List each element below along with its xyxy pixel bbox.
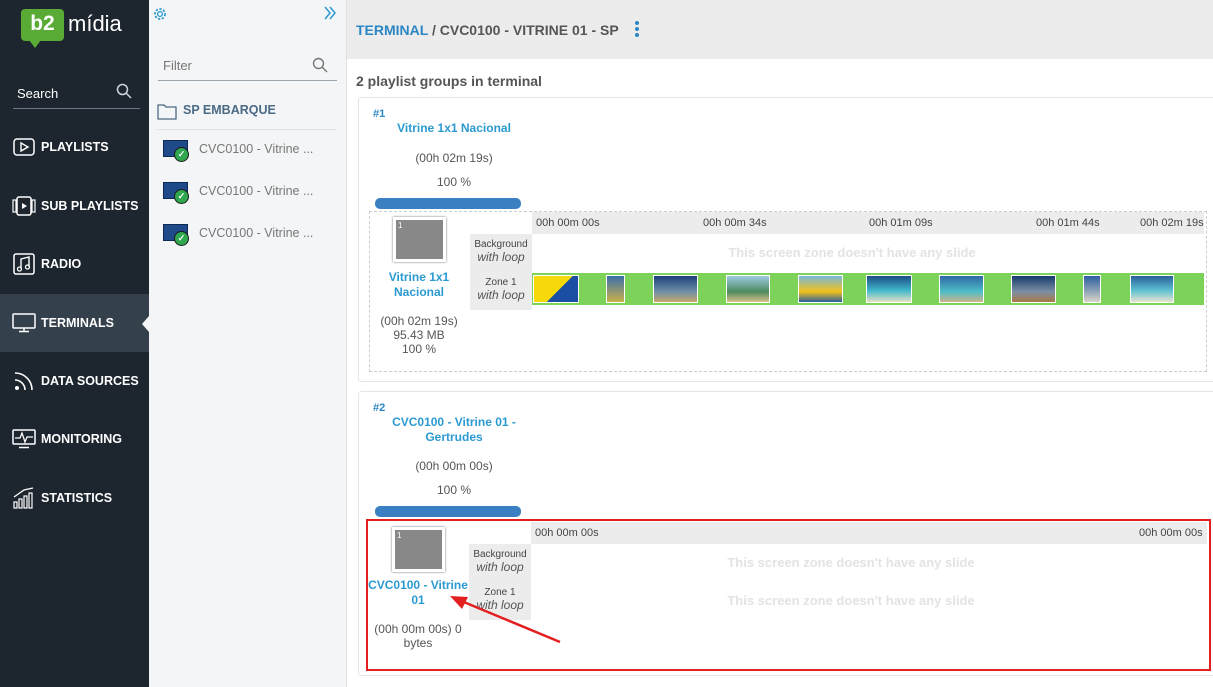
nav-item-terminals[interactable]: TERMINALS	[0, 294, 149, 352]
folder-sp-embarque[interactable]: SP EMBARQUE	[157, 100, 337, 130]
logo-text: mídia	[68, 11, 122, 36]
statistics-icon	[12, 486, 36, 510]
tree-terminal-item[interactable]: ✓ CVC0100 - Vitrine ...	[163, 218, 337, 248]
nav-label: RADIO	[41, 257, 82, 271]
sub-playlist-icon	[12, 194, 36, 218]
terminal-label: CVC0100 - Vitrine ...	[199, 226, 314, 240]
terminal-online-icon: ✓	[163, 140, 189, 162]
nav-label: MONITORING	[41, 432, 123, 446]
main-sidebar: b2 mídia Search PLAYLISTS SUB PLAYLISTS …	[0, 0, 149, 687]
gear-icon[interactable]	[152, 6, 168, 22]
nav-item-playlists[interactable]: PLAYLISTS	[0, 118, 149, 176]
nav-item-sub-playlists[interactable]: SUB PLAYLISTS	[0, 177, 149, 235]
nav-item-statistics[interactable]: STATISTICS	[0, 469, 149, 527]
nav-item-radio[interactable]: RADIO	[0, 235, 149, 293]
filter-input[interactable]: Filter	[158, 54, 337, 81]
monitor-icon	[12, 311, 36, 335]
music-icon	[12, 252, 36, 276]
nav-label: PLAYLISTS	[41, 140, 109, 154]
terminal-tree-panel: Filter SP EMBARQUE ✓ CVC0100 - Vitrine .…	[149, 0, 347, 687]
nav-item-monitoring[interactable]: MONITORING	[0, 410, 149, 468]
folder-icon	[157, 104, 177, 120]
tree-terminal-item[interactable]: ✓ CVC0100 - Vitrine ...	[163, 176, 337, 206]
filter-placeholder: Filter	[163, 58, 192, 73]
nav-search-input[interactable]: Search	[13, 80, 140, 109]
nav-label: STATISTICS	[41, 491, 113, 505]
nav-label: DATA SOURCES	[41, 374, 139, 388]
monitoring-icon	[12, 427, 36, 451]
terminal-label: CVC0100 - Vitrine ...	[199, 184, 314, 198]
rss-icon	[12, 369, 36, 393]
nav-label: TERMINALS	[41, 316, 114, 330]
nav-item-data-sources[interactable]: DATA SOURCES	[0, 352, 149, 410]
terminal-online-icon: ✓	[163, 182, 189, 204]
search-icon[interactable]	[116, 83, 132, 99]
terminal-label: CVC0100 - Vitrine ...	[199, 142, 314, 156]
search-icon[interactable]	[312, 57, 328, 73]
annotation-arrow	[450, 596, 561, 644]
folder-label: SP EMBARQUE	[183, 103, 276, 117]
play-icon	[12, 135, 36, 159]
nav-label: SUB PLAYLISTS	[41, 199, 139, 213]
double-chevron-right-icon[interactable]	[324, 6, 336, 20]
logo-badge: b2	[21, 9, 64, 48]
nav-search-label: Search	[17, 86, 59, 101]
main-content: TERMINAL / CVC0100 - VITRINE 01 - SP 2 p…	[347, 0, 1213, 687]
terminal-online-icon: ✓	[163, 224, 189, 246]
tree-terminal-item[interactable]: ✓ CVC0100 - Vitrine ...	[163, 134, 337, 164]
